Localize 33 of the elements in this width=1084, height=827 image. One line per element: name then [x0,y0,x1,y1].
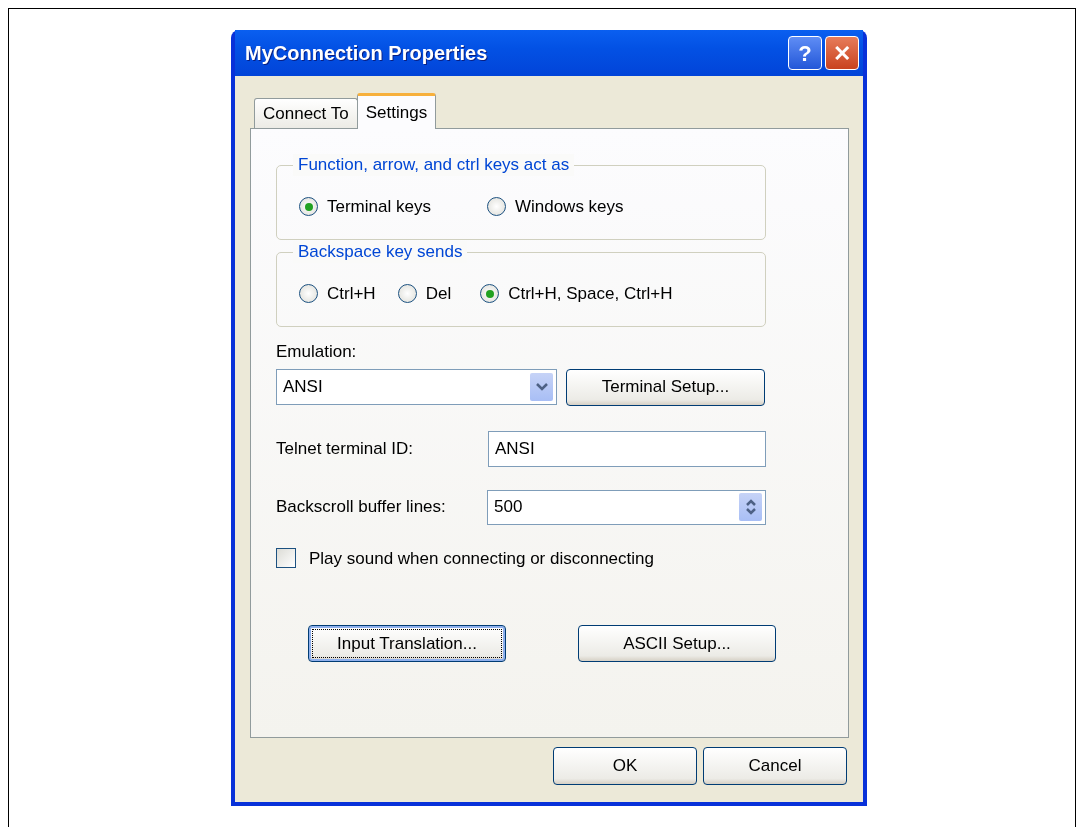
field-label: Telnet terminal ID: [276,437,414,460]
radio-button[interactable] [480,284,500,304]
tab[interactable]: Connect To [254,98,358,128]
radio-label: Windows keys [514,196,624,218]
dropdown-value: ANSI [283,376,323,399]
setup-button[interactable]: ASCII Setup... [578,625,776,662]
group-title: Function, arrow, and ctrl keys act as [293,154,575,176]
close-button[interactable]: ✕ [825,36,859,70]
terminal-setup-button[interactable]: Terminal Setup... [566,368,765,406]
radio-button[interactable] [299,284,318,304]
input-field[interactable]: ANSI [488,430,766,467]
field-label: Emulation: [276,341,358,363]
ok-button[interactable]: OK [553,747,697,785]
checkbox[interactable] [276,548,296,569]
setup-button[interactable]: Input Translation... [308,625,506,662]
radio-label: Ctrl+H [327,283,376,305]
radio-button[interactable] [397,284,417,304]
radio-button[interactable] [486,197,506,217]
spin-field[interactable]: 500 [487,489,766,525]
emulation-dropdown[interactable]: ANSI [276,369,557,405]
radio-label: Ctrl+H, Space, Ctrl+H [508,283,673,305]
help-button[interactable]: ? [788,36,822,70]
window-title: MyConnection Properties [245,41,489,66]
field-label: Backscroll buffer lines: [276,496,447,519]
radio-label: Terminal keys [327,196,431,218]
radio-button[interactable] [299,197,318,217]
cancel-button[interactable]: Cancel [703,747,847,785]
tab[interactable]: Settings [356,93,437,129]
radio-label: Del [425,283,452,305]
spin-value: 500 [494,496,523,519]
spinner-arrows-icon [739,493,762,521]
checkbox-label: Play sound when connecting or disconnecting [309,547,654,570]
chevron-down-icon [530,373,553,401]
